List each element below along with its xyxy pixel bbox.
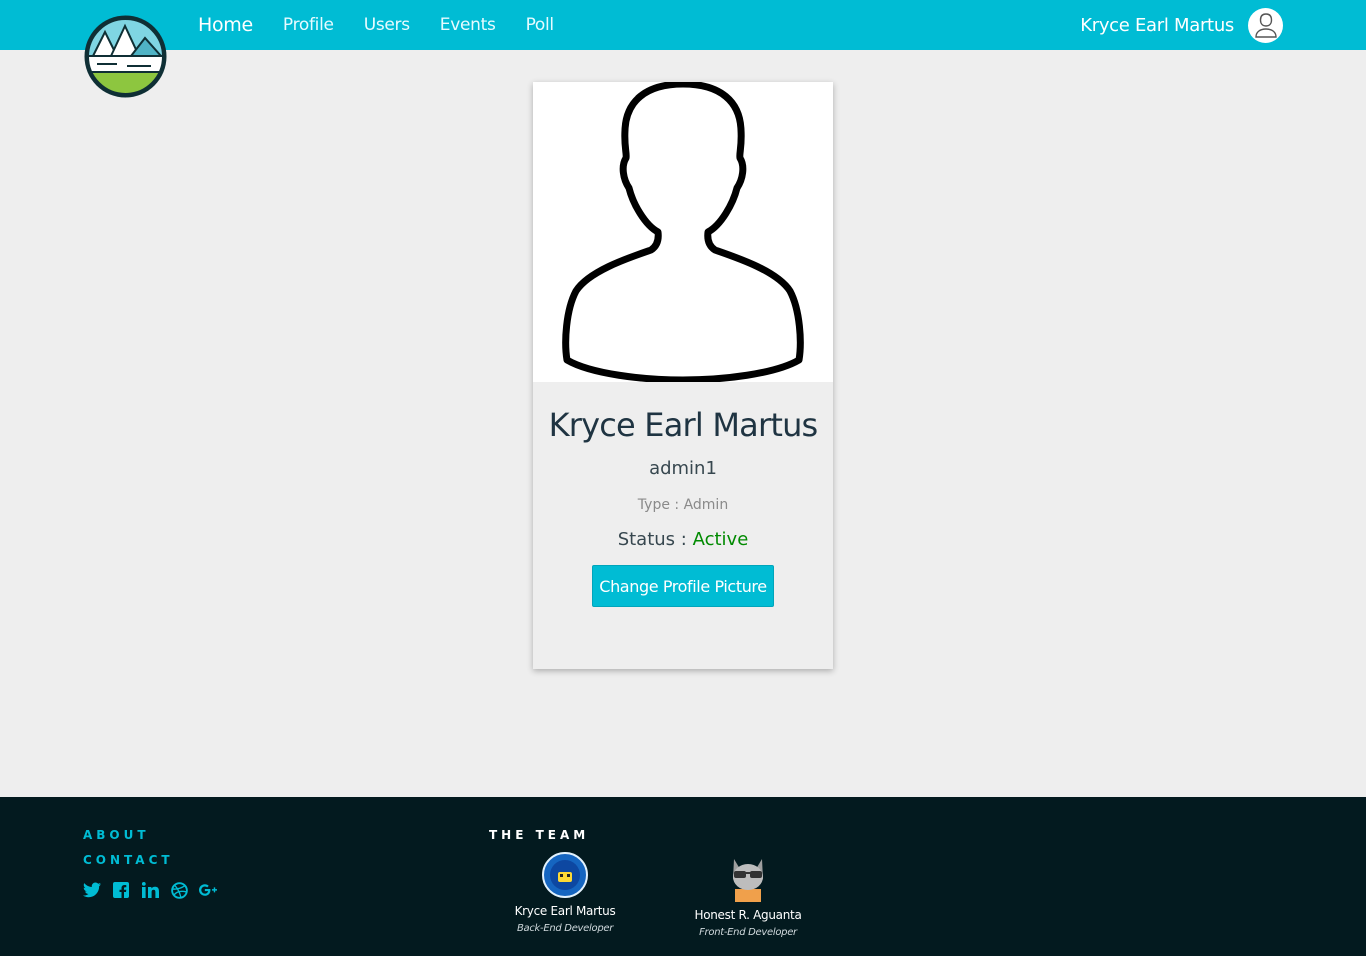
profile-picture — [533, 82, 833, 382]
user-menu[interactable]: Kryce Earl Martus — [1080, 0, 1283, 50]
change-profile-picture-button[interactable]: Change Profile Picture — [592, 565, 774, 607]
twitter-icon[interactable] — [83, 881, 101, 899]
profile-name: Kryce Earl Martus — [548, 406, 819, 444]
profile-card: Kryce Earl Martus admin1 Type : Admin St… — [533, 82, 833, 669]
team-title: THE TEAM — [489, 828, 590, 842]
dribbble-icon[interactable] — [170, 881, 188, 899]
team-member-card: Kryce Earl Martus Back-End Developer — [505, 852, 625, 934]
google-plus-icon[interactable] — [199, 881, 217, 899]
member-name: Kryce Earl Martus — [514, 904, 616, 918]
status-label: Status : — [617, 529, 687, 550]
nav-link-profile[interactable]: Profile — [283, 15, 334, 35]
member-avatar — [725, 853, 771, 902]
member-role: Front-End Developer — [699, 927, 797, 938]
user-menu-name: Kryce Earl Martus — [1080, 14, 1234, 36]
member-role: Back-End Developer — [516, 923, 614, 934]
member-name: Honest R. Aguanta — [694, 908, 802, 922]
linkedin-icon[interactable] — [141, 881, 159, 899]
social-links — [83, 881, 228, 899]
member-avatar — [542, 852, 588, 898]
nav-link-home[interactable]: Home — [198, 14, 253, 36]
app-logo[interactable] — [83, 14, 168, 99]
footer: ABOUT CONTACT THE TEAM Kryce Earl Martus… — [0, 797, 1366, 956]
user-silhouette-icon — [562, 82, 804, 382]
footer-contact-link[interactable]: CONTACT — [83, 853, 174, 867]
team-member-card: Honest R. Aguanta Front-End Developer — [688, 853, 808, 938]
profile-status: Status : Active — [533, 529, 833, 550]
top-navbar: Home Profile Users Events Poll Kryce Ear… — [0, 0, 1366, 50]
nav-link-events[interactable]: Events — [440, 15, 496, 35]
nav-links: Home Profile Users Events Poll — [198, 0, 584, 50]
profile-username: admin1 — [649, 458, 717, 479]
status-badge: Active — [692, 529, 749, 550]
profile-type: Type : Admin — [637, 497, 729, 513]
facebook-icon[interactable] — [112, 881, 130, 899]
footer-about-link[interactable]: ABOUT — [83, 828, 150, 842]
nav-link-users[interactable]: Users — [364, 15, 410, 35]
user-avatar-icon[interactable] — [1248, 7, 1283, 43]
nav-link-poll[interactable]: Poll — [526, 15, 555, 35]
